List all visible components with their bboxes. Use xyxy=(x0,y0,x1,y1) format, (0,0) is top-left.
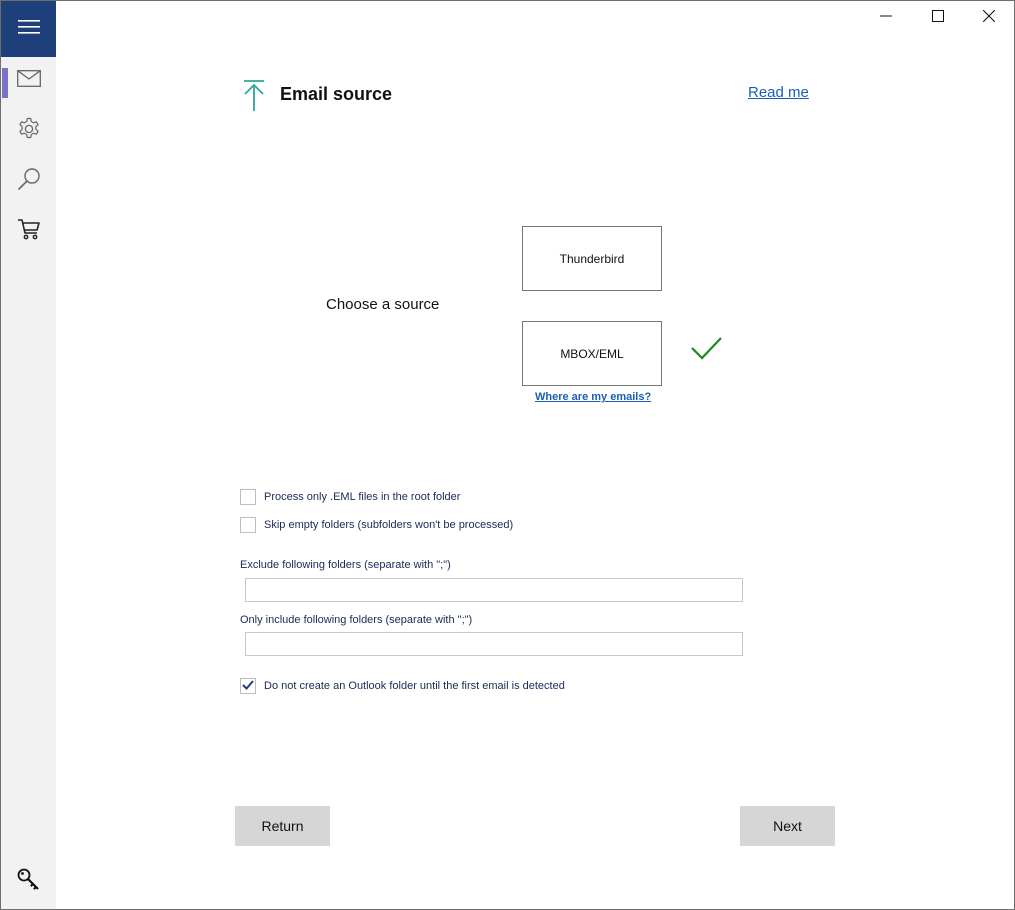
sidebar-item-cart[interactable] xyxy=(1,211,56,251)
mail-icon xyxy=(16,70,41,92)
window-frame xyxy=(0,0,1015,910)
option-skip-empty: Skip empty folders (subfolders won't be … xyxy=(240,517,513,533)
next-button[interactable]: Next xyxy=(740,806,835,846)
maximize-button[interactable] xyxy=(915,1,961,35)
cart-icon xyxy=(17,218,41,245)
option-no-create-until-email: Do not create an Outlook folder until th… xyxy=(240,678,565,694)
source-option-mbox-eml[interactable]: MBOX/EML xyxy=(522,321,662,386)
eml-root-only-checkbox[interactable] xyxy=(240,489,256,505)
key-icon xyxy=(17,868,41,897)
read-me-link[interactable]: Read me xyxy=(748,84,809,101)
hamburger-icon xyxy=(17,19,40,39)
exclude-folders-input[interactable] xyxy=(245,578,743,602)
maximize-icon xyxy=(932,9,944,27)
source-option-label: Thunderbird xyxy=(559,251,625,266)
sidebar-item-search[interactable] xyxy=(1,161,56,201)
exclude-folders-label: Exclude following folders (separate with… xyxy=(240,559,451,571)
checkbox-label: Skip empty folders (subfolders won't be … xyxy=(264,519,514,531)
option-eml-root-only: Process only .EML files in the root fold… xyxy=(240,489,460,505)
no-create-until-email-checkbox[interactable] xyxy=(240,678,256,694)
close-icon xyxy=(982,9,996,27)
checkbox-label: Process only .EML files in the root fold… xyxy=(264,491,461,503)
checkmark-icon xyxy=(690,336,723,367)
gear-icon xyxy=(17,117,41,146)
upload-arrow-icon xyxy=(242,80,266,117)
hamburger-menu-button[interactable] xyxy=(1,1,56,57)
include-folders-input[interactable] xyxy=(245,632,743,656)
checkbox-label: Do not create an Outlook folder until th… xyxy=(264,680,565,692)
include-folders-label: Only include following folders (separate… xyxy=(240,614,473,626)
source-option-thunderbird[interactable]: Thunderbird xyxy=(522,226,662,291)
sidebar xyxy=(1,1,56,909)
close-button[interactable] xyxy=(966,1,1012,35)
source-option-label: MBOX/EML xyxy=(560,346,624,361)
page-title: Email source xyxy=(280,84,393,104)
minimize-button[interactable] xyxy=(863,1,909,35)
sidebar-item-mail[interactable] xyxy=(1,61,56,101)
skip-empty-checkbox[interactable] xyxy=(240,517,256,533)
minimize-icon xyxy=(880,9,892,27)
sidebar-item-license[interactable] xyxy=(1,862,56,902)
sidebar-item-settings[interactable] xyxy=(1,111,56,151)
choose-source-label: Choose a source xyxy=(326,296,440,313)
where-are-my-emails-link[interactable]: Where are my emails? xyxy=(535,391,651,403)
search-icon xyxy=(17,167,41,196)
check-icon xyxy=(242,677,254,695)
return-button[interactable]: Return xyxy=(235,806,330,846)
